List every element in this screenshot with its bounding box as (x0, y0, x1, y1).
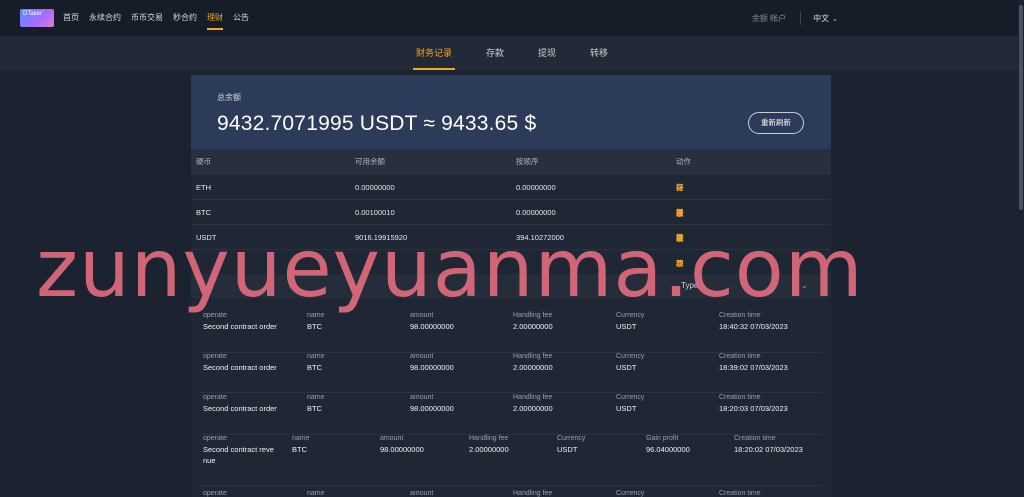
field-name: name BTC (307, 312, 325, 331)
tab-financial-records[interactable]: 财务记录 (412, 36, 456, 70)
field-name: name BTC (292, 435, 310, 454)
field-fee: Handling fee 2.00000000 (513, 394, 553, 413)
header-available: 可用余额 (355, 157, 385, 166)
in-order-balance: 394.10272000 (516, 233, 564, 242)
table-row: USDT 9016.19915920 394.10272000 提现 存款 转移 (191, 225, 831, 268)
top-nav: DTaker 首页 永续合约 币币交易 秒合约 理财 公告 余额 帐户 中文 ⌄ (0, 0, 1024, 36)
header-actions: 动作 (676, 157, 691, 166)
account-link[interactable]: 余额 帐户 (752, 13, 786, 24)
table-row: BTC 0.00100010 0.00000000 提现 存款 转移 (191, 200, 831, 243)
type-filter-label: Type (681, 281, 699, 290)
chevron-down-icon[interactable]: ⌄ (801, 274, 808, 298)
tab-transfer[interactable]: 转移 (590, 36, 608, 70)
nav-right: 余额 帐户 中文 ⌄ (752, 0, 1024, 36)
field-fee: Handling fee (513, 490, 553, 497)
field-operate: operate Second contract order (203, 394, 277, 413)
nav-link-perpetual[interactable]: 永续合约 (84, 0, 126, 36)
main-panel: 总余额 9432.7071995 USDT ≈ 9433.65 $ 重新刷新 硬… (191, 75, 831, 497)
available-balance: 0.00100010 (355, 208, 395, 217)
field-amount: amount 98.00000000 (410, 353, 454, 372)
field-time: Creation time 18:39:02 07/03/2023 (719, 353, 788, 372)
transfer-link[interactable]: 转移 (676, 225, 684, 277)
scroll-thumb[interactable] (1019, 5, 1023, 210)
field-fee: Handling fee 2.00000000 (513, 353, 553, 372)
nav-link-home[interactable]: 首页 (58, 0, 84, 36)
field-time: Creation time 18:40:32 07/03/2023 (719, 312, 788, 331)
header-coin: 硬币 (196, 157, 211, 166)
sub-tabs: 财务记录 存款 提现 转移 (0, 36, 1024, 70)
field-name: name BTC (307, 353, 325, 372)
field-currency: Currency USDT (616, 353, 645, 372)
asset-table-header: 硬币 可用余额 按顺序 动作 (191, 149, 831, 175)
language-label: 中文 (813, 13, 830, 23)
field-currency: Currency USDT (616, 312, 645, 331)
refresh-button[interactable]: 重新刷新 (748, 112, 804, 134)
field-time: Creation time 18:20:02 07/03/2023 (734, 435, 803, 454)
field-amount: amount 98.00000000 (410, 312, 454, 331)
language-select[interactable]: 中文 ⌄ (813, 13, 838, 24)
field-operate: operate Second contract order (203, 312, 277, 331)
nav-link-seconds[interactable]: 秒合约 (168, 0, 202, 36)
header-in-order: 按顺序 (516, 157, 539, 166)
field-fee: Handling fee 2.00000000 (513, 312, 553, 331)
balance-card: 总余额 9432.7071995 USDT ≈ 9433.65 $ 重新刷新 (191, 75, 831, 149)
nav-link-finance[interactable]: 理财 (202, 0, 228, 36)
field-fee: Handling fee 2.00000000 (469, 435, 509, 454)
field-amount: amount 98.00000000 (410, 394, 454, 413)
field-amount: amount 98.00000000 (380, 435, 424, 454)
divider (800, 11, 802, 25)
field-time: Creation time 18:20:03 07/03/2023 (719, 394, 788, 413)
field-currency: Currency (616, 490, 645, 497)
list-item: operate name amount Handling fee Currenc… (200, 489, 822, 497)
in-order-balance: 0.00000000 (516, 183, 556, 192)
available-balance: 9016.19915920 (355, 233, 408, 242)
field-profit: Gain profit 96.04000000 (646, 435, 690, 454)
available-balance: 0.00000000 (355, 183, 395, 192)
list-item: operate Second contract order name BTC amo… (200, 393, 822, 435)
field-amount: amount (410, 490, 434, 497)
nav-links: 首页 永续合约 币币交易 秒合约 理财 公告 (58, 0, 254, 36)
tab-deposit[interactable]: 存款 (486, 36, 504, 70)
scrollbar[interactable] (1018, 0, 1024, 497)
nav-link-spot[interactable]: 币币交易 (126, 0, 168, 36)
field-name: name (307, 490, 325, 497)
tab-withdraw[interactable]: 提现 (538, 36, 556, 70)
field-operate: operate (203, 490, 227, 497)
balance-label: 总余额 (217, 93, 241, 102)
table-row: ETH 0.00000000 0.00000000 提现 存款 转移 (191, 175, 831, 218)
field-name: name BTC (307, 394, 325, 413)
field-currency: Currency USDT (616, 394, 645, 413)
field-currency: Currency USDT (557, 435, 586, 454)
type-filter[interactable]: Type ⌄ (191, 274, 831, 298)
field-time: Creation time (719, 490, 761, 497)
chevron-down-icon: ⌄ (832, 15, 838, 23)
nav-link-announcement[interactable]: 公告 (228, 0, 254, 36)
in-order-balance: 0.00000000 (516, 208, 556, 217)
coin-name: BTC (196, 208, 211, 217)
list-item: operate Second contract reve nue name BTC a… (200, 434, 822, 486)
coin-name: ETH (196, 183, 211, 192)
list-item: operate Second contract order name BTC amo… (200, 352, 822, 393)
field-operate: operate Second contract reve nue (203, 435, 274, 465)
balance-value: 9432.7071995 USDT ≈ 9433.65 $ (217, 112, 537, 135)
logo[interactable]: DTaker (20, 9, 54, 27)
coin-name: USDT (196, 233, 217, 242)
field-operate: operate Second contract order (203, 353, 277, 372)
list-item: operate Second contract order name BTC amo… (200, 311, 822, 353)
